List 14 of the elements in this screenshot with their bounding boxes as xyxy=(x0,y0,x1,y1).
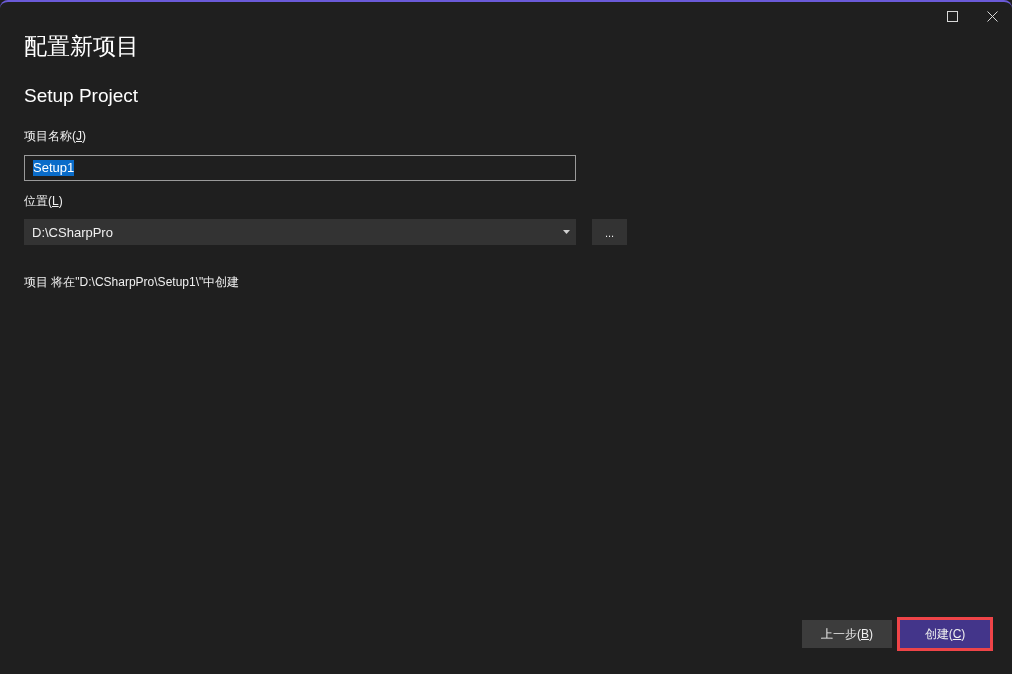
back-button[interactable]: 上一步(B) xyxy=(802,620,892,648)
field-label: 项目名称(J) xyxy=(24,128,86,144)
project-name-field[interactable]: Setup1 xyxy=(24,155,576,181)
caret-icon xyxy=(563,230,570,234)
dialog-heading: 配置新项目 xyxy=(24,32,139,61)
template-name: Setup Project xyxy=(24,84,139,108)
location-note: 项目 将在"D:\CSharpPro\Setup1\"中创建 xyxy=(24,274,240,290)
location-dropdown[interactable]: D:\CSharpPro xyxy=(24,219,576,245)
maximize-icon[interactable] xyxy=(947,10,958,22)
field-label: 位置(L) xyxy=(24,193,63,209)
browse-button[interactable]: ... xyxy=(592,219,627,245)
field-value-text: Setup1 xyxy=(33,160,75,176)
create-button[interactable]: 创建(C) xyxy=(900,620,990,648)
close-icon[interactable] xyxy=(987,10,998,22)
